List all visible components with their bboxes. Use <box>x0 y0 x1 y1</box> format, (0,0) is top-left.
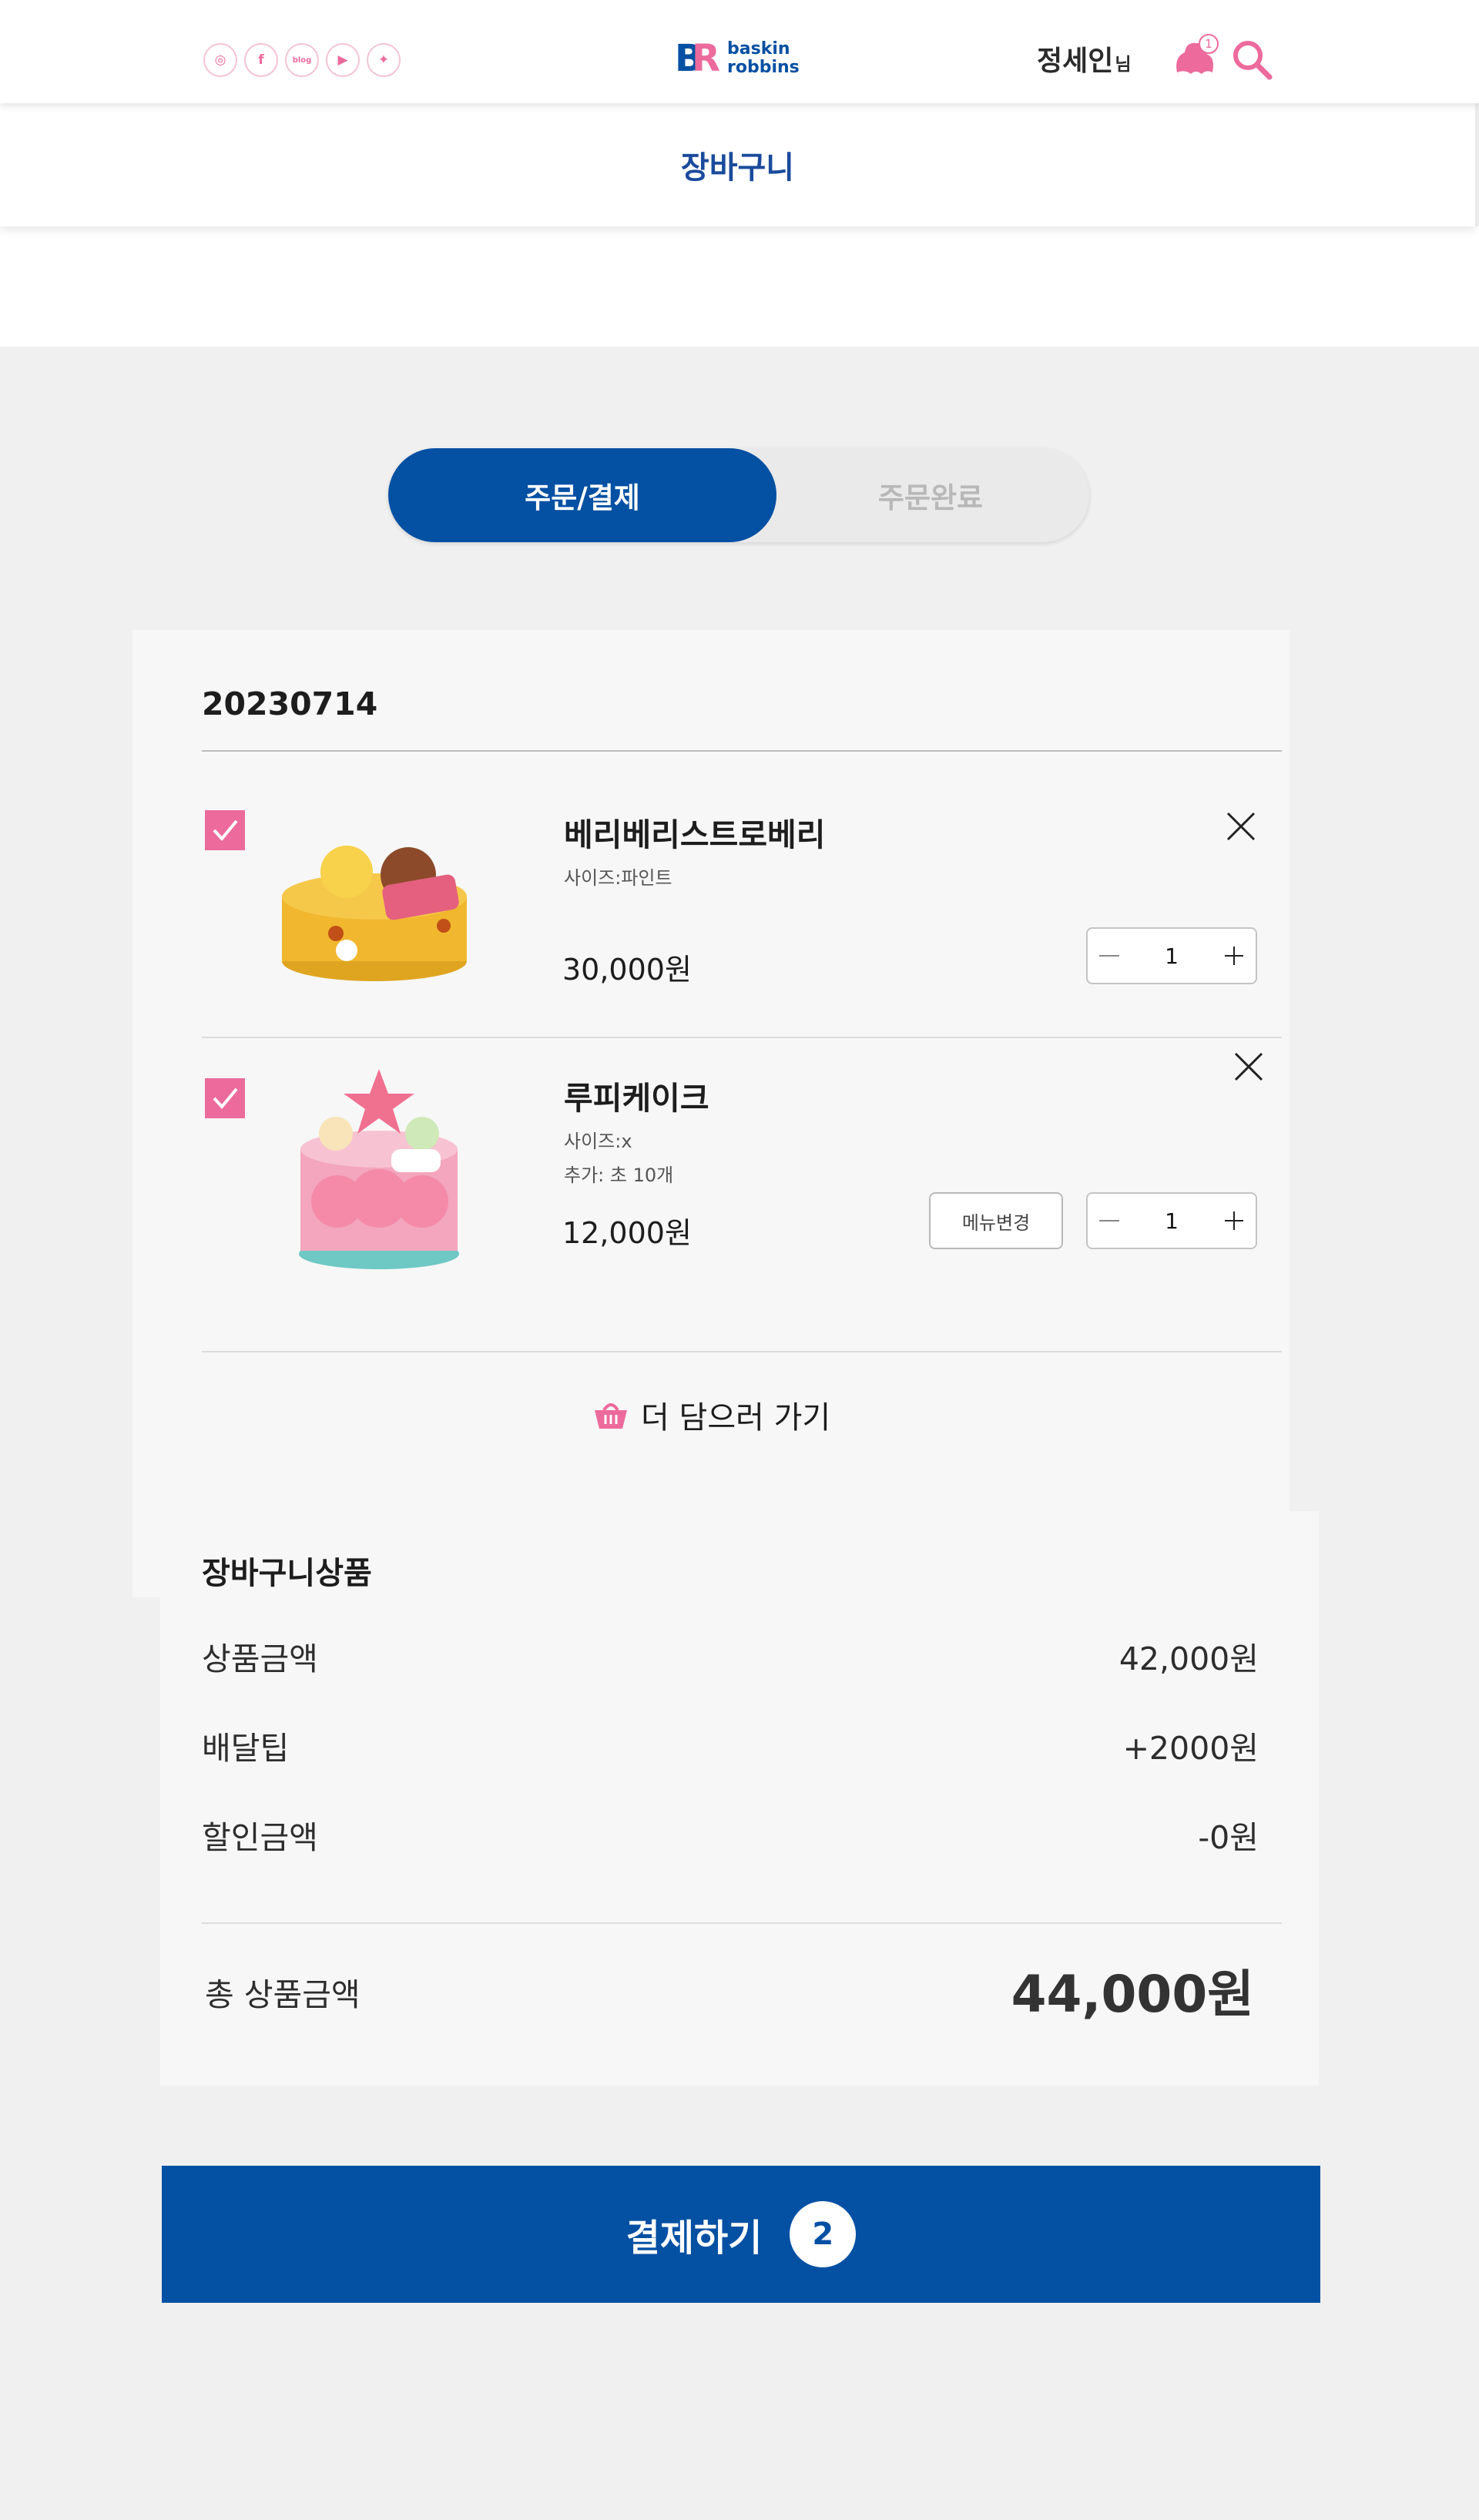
quantity-stepper: 1 <box>1086 927 1257 984</box>
item-checkbox[interactable] <box>205 1078 245 1118</box>
quantity-decrease-button[interactable] <box>1088 929 1131 983</box>
top-navigation-bar: ◎ f blog ▶ ✦ B R baskin robbins 정세인 님 1 <box>0 0 1479 103</box>
quantity-stepper: 1 <box>1086 1192 1257 1249</box>
plus-icon <box>1225 1211 1243 1230</box>
quantity-increase-button[interactable] <box>1212 929 1256 983</box>
add-more-items-link[interactable]: 더 담으러 가기 <box>593 1388 830 1442</box>
sns-links: ◎ f blog ▶ ✦ <box>203 43 401 77</box>
checkout-button[interactable]: 결제하기 2 <box>162 2166 1320 2303</box>
step-order-payment[interactable]: 주문/결제 <box>388 448 776 542</box>
user-name: 정세인 <box>1037 45 1114 77</box>
item-price: 30,000원 <box>562 953 692 987</box>
svg-text:robbins: robbins <box>727 58 800 77</box>
svg-text:baskin: baskin <box>727 39 790 59</box>
checkout-item-count-badge: 2 <box>790 2201 857 2267</box>
minus-icon <box>1099 1220 1119 1221</box>
search-icon[interactable] <box>1231 39 1274 82</box>
item-name: 루피케이크 <box>564 1080 709 1117</box>
svg-text:R: R <box>692 37 720 77</box>
instagram-icon[interactable]: ◎ <box>203 43 237 77</box>
checkout-label: 결제하기 <box>625 2217 763 2260</box>
notification-button[interactable]: 1 <box>1171 34 1219 82</box>
header-spacer <box>0 226 1479 347</box>
page-title-bar: 장바구니 <box>0 103 1475 226</box>
subtotal-label: 상품금액 <box>202 1640 318 1677</box>
order-date: 20230714 <box>202 685 378 722</box>
remove-item-close-icon[interactable] <box>1231 1049 1266 1084</box>
quantity-increase-button[interactable] <box>1212 1194 1256 1248</box>
summary-divider <box>202 1922 1282 1924</box>
quantity-value: 1 <box>1165 943 1179 969</box>
checkmark-icon <box>213 1087 238 1110</box>
loopy-cake-image <box>299 1069 459 1269</box>
facebook-icon[interactable]: f <box>244 43 278 77</box>
item-price: 12,000원 <box>562 1216 692 1250</box>
item-divider <box>202 1351 1282 1352</box>
discount-label: 할인금액 <box>202 1819 318 1856</box>
total-value: 44,000원 <box>1011 1965 1254 2024</box>
notification-count-badge: 1 <box>1199 34 1219 54</box>
item-option: 사이즈:파인트 <box>564 867 672 889</box>
youtube-icon[interactable]: ▶ <box>326 43 360 77</box>
total-label: 총 상품금액 <box>205 1976 361 2013</box>
delivery-tip-value: +2000원 <box>1122 1730 1259 1767</box>
quantity-decrease-button[interactable] <box>1088 1194 1131 1248</box>
delivery-tip-label: 배달팁 <box>202 1730 290 1767</box>
twitter-icon[interactable]: ✦ <box>367 43 401 77</box>
summary-title: 장바구니상품 <box>202 1556 372 1591</box>
order-step-toggle: 주문/결제 주문완료 <box>388 448 1089 542</box>
order-header-divider <box>202 750 1282 752</box>
step-order-complete[interactable]: 주문완료 <box>776 448 1085 542</box>
remove-item-close-icon[interactable] <box>1223 809 1259 844</box>
user-honorific: 님 <box>1115 55 1132 75</box>
minus-icon <box>1099 955 1119 957</box>
checkmark-icon <box>213 819 238 842</box>
item-option: 사이즈:x <box>564 1131 632 1152</box>
baskin-robbins-logo[interactable]: B R baskin robbins <box>675 34 806 77</box>
basket-icon <box>595 1403 627 1429</box>
item-divider <box>202 1037 1282 1038</box>
item-checkbox[interactable] <box>205 810 245 850</box>
user-greeting[interactable]: 정세인 님 <box>1037 39 1132 79</box>
quantity-value: 1 <box>1165 1208 1179 1234</box>
menu-change-button[interactable]: 메뉴변경 <box>929 1192 1063 1249</box>
page-title: 장바구니 <box>680 150 795 186</box>
plus-icon <box>1225 947 1243 965</box>
discount-value: -0원 <box>1198 1819 1259 1856</box>
blog-icon[interactable]: blog <box>285 43 319 77</box>
item-option: 추가: 초 10개 <box>564 1164 674 1186</box>
subtotal-value: 42,000원 <box>1118 1640 1259 1677</box>
strawberry-cake-image <box>282 846 467 981</box>
item-name: 베리베리스트로베리 <box>564 816 826 853</box>
add-more-label: 더 담으러 가기 <box>641 1400 831 1436</box>
